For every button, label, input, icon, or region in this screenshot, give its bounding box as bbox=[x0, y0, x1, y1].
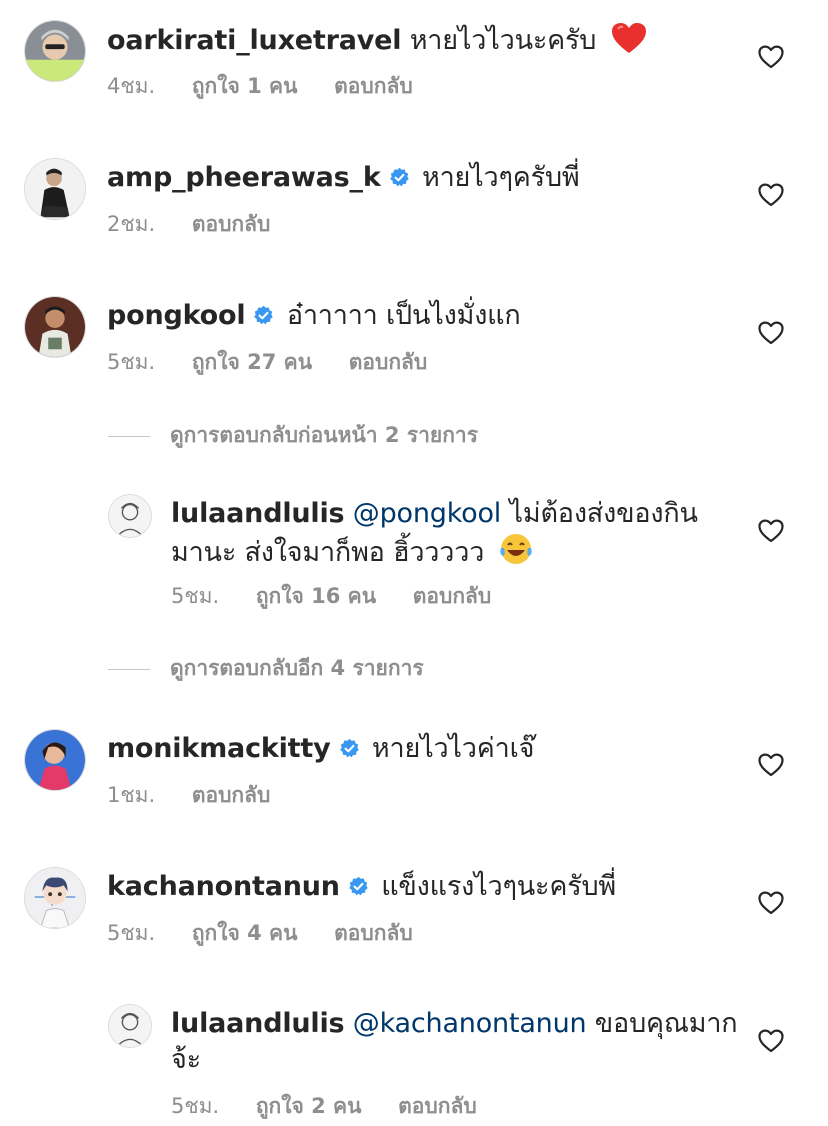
view-more-replies[interactable]: ดูการตอบกลับอีก 4 รายการ bbox=[108, 654, 424, 682]
likes-count[interactable]: ถูกใจ 2 คน bbox=[256, 1094, 362, 1118]
comment-body: แข็งแรงไวๆนะครับพี่ bbox=[381, 871, 617, 902]
reply-button[interactable]: ตอบกลับ bbox=[349, 350, 428, 374]
avatar-sketch-icon bbox=[109, 1005, 151, 1047]
view-more-replies-label: ดูการตอบกลับอีก 4 รายการ bbox=[170, 656, 424, 680]
reply-button[interactable]: ตอบกลับ bbox=[192, 783, 271, 807]
comment-body: หายไวไวค่าเจ๊ bbox=[371, 733, 535, 764]
timestamp: 4ชม. bbox=[107, 74, 156, 98]
reply-button[interactable]: ตอบกลับ bbox=[398, 1094, 477, 1118]
avatar-photo-icon bbox=[25, 159, 85, 219]
comment-text-line2: มานะ ส่งใจมาก็พอ ฮิ้ววววว bbox=[171, 532, 533, 576]
like-heart-icon[interactable] bbox=[758, 519, 784, 543]
avatar[interactable] bbox=[24, 729, 86, 791]
laughing-tears-icon bbox=[499, 532, 533, 576]
comment-body: หายไวๆครับพี่ bbox=[421, 162, 580, 193]
view-previous-replies[interactable]: ดูการตอบกลับก่อนหน้า 2 รายการ bbox=[108, 421, 478, 449]
comment-text: pongkool อ๋าาาาา เป็นไงมั่งแก bbox=[107, 298, 521, 334]
username[interactable]: oarkirati_luxetravel bbox=[107, 25, 402, 56]
comment-body-line2: มานะ ส่งใจมาก็พอ ฮิ้ววววว bbox=[171, 537, 485, 568]
comment-meta: 5ชม. ถูกใจ 27 คน ตอบกลับ bbox=[107, 348, 457, 376]
likes-count[interactable]: ถูกใจ 27 คน bbox=[192, 350, 312, 374]
comment-body-line2: จ้ะ bbox=[171, 1044, 201, 1075]
like-heart-icon[interactable] bbox=[758, 183, 784, 207]
avatar[interactable] bbox=[24, 158, 86, 220]
username[interactable]: monikmackitty bbox=[107, 733, 331, 764]
timestamp: 1ชม. bbox=[107, 783, 156, 807]
comment-meta: 2ชม. ตอบกลับ bbox=[107, 210, 300, 238]
username[interactable]: lulaandlulis bbox=[171, 1008, 345, 1039]
mention-link[interactable]: @pongkool bbox=[353, 498, 502, 529]
like-heart-icon[interactable] bbox=[758, 753, 784, 777]
comment-text: kachanontanun แข็งแรงไวๆนะครับพี่ bbox=[107, 869, 616, 905]
reply-button[interactable]: ตอบกลับ bbox=[192, 212, 271, 236]
avatar[interactable] bbox=[24, 867, 86, 929]
comment-text: oarkirati_luxetravel หายไวไวนะครับ bbox=[107, 22, 647, 64]
username[interactable]: pongkool bbox=[107, 300, 246, 331]
comment-meta: 4ชม. ถูกใจ 1 คน ตอบกลับ bbox=[107, 72, 443, 100]
reply-button[interactable]: ตอบกลับ bbox=[413, 584, 492, 608]
avatar-photo-icon bbox=[25, 730, 85, 790]
divider bbox=[108, 435, 150, 437]
timestamp: 2ชม. bbox=[107, 212, 156, 236]
username[interactable]: amp_pheerawas_k bbox=[107, 162, 381, 193]
timestamp: 5ชม. bbox=[107, 921, 156, 945]
like-heart-icon[interactable] bbox=[758, 1029, 784, 1053]
comment-text: amp_pheerawas_k หายไวๆครับพี่ bbox=[107, 160, 580, 196]
timestamp: 5ชม. bbox=[171, 584, 220, 608]
verified-badge-icon bbox=[339, 738, 360, 759]
avatar[interactable] bbox=[108, 494, 152, 538]
comment-text: lulaandlulis @pongkool ไม่ต้องส่งของกิน bbox=[171, 496, 698, 532]
verified-badge-icon bbox=[348, 876, 369, 897]
comment-meta: 5ชม. ถูกใจ 2 คน ตอบกลับ bbox=[171, 1092, 507, 1120]
comment-text: lulaandlulis @kachanontanun ขอบคุณมาก bbox=[171, 1006, 738, 1042]
comment-meta: 1ชม. ตอบกลับ bbox=[107, 781, 300, 809]
likes-count[interactable]: ถูกใจ 16 คน bbox=[256, 584, 376, 608]
timestamp: 5ชม. bbox=[107, 350, 156, 374]
divider bbox=[108, 668, 150, 670]
comment-meta: 5ชม. ถูกใจ 4 คน ตอบกลับ bbox=[107, 919, 443, 947]
verified-badge-icon bbox=[253, 305, 274, 326]
view-previous-replies-label: ดูการตอบกลับก่อนหน้า 2 รายการ bbox=[170, 423, 478, 447]
avatar-sketch-icon bbox=[109, 495, 151, 537]
reply-button[interactable]: ตอบกลับ bbox=[334, 74, 413, 98]
comment-body: อ๋าาาาา เป็นไงมั่งแก bbox=[286, 300, 521, 331]
avatar[interactable] bbox=[24, 296, 86, 358]
comment-meta: 5ชม. ถูกใจ 16 คน ตอบกลับ bbox=[171, 582, 521, 610]
likes-count[interactable]: ถูกใจ 4 คน bbox=[192, 921, 298, 945]
avatar[interactable] bbox=[108, 1004, 152, 1048]
avatar[interactable] bbox=[24, 20, 86, 82]
verified-badge-icon bbox=[389, 167, 410, 188]
like-heart-icon[interactable] bbox=[758, 321, 784, 345]
likes-count[interactable]: ถูกใจ 1 คน bbox=[192, 74, 298, 98]
comment-body-line1: ขอบคุณมาก bbox=[594, 1008, 738, 1039]
username[interactable]: lulaandlulis bbox=[171, 498, 345, 529]
avatar-photo-icon bbox=[25, 21, 85, 81]
comment-text: monikmackitty หายไวไวค่าเจ๊ bbox=[107, 731, 534, 767]
red-heart-icon bbox=[611, 22, 647, 64]
reply-button[interactable]: ตอบกลับ bbox=[334, 921, 413, 945]
like-heart-icon[interactable] bbox=[758, 45, 784, 69]
avatar-cartoon-icon bbox=[25, 868, 85, 928]
timestamp: 5ชม. bbox=[171, 1094, 220, 1118]
avatar-photo-icon bbox=[25, 297, 85, 357]
like-heart-icon[interactable] bbox=[758, 891, 784, 915]
comment-body-line1: ไม่ต้องส่งของกิน bbox=[509, 498, 698, 529]
username[interactable]: kachanontanun bbox=[107, 871, 340, 902]
comment-body: หายไวไวนะครับ bbox=[409, 25, 597, 56]
comment-text-line2: จ้ะ bbox=[171, 1042, 201, 1078]
mention-link[interactable]: @kachanontanun bbox=[353, 1008, 587, 1039]
